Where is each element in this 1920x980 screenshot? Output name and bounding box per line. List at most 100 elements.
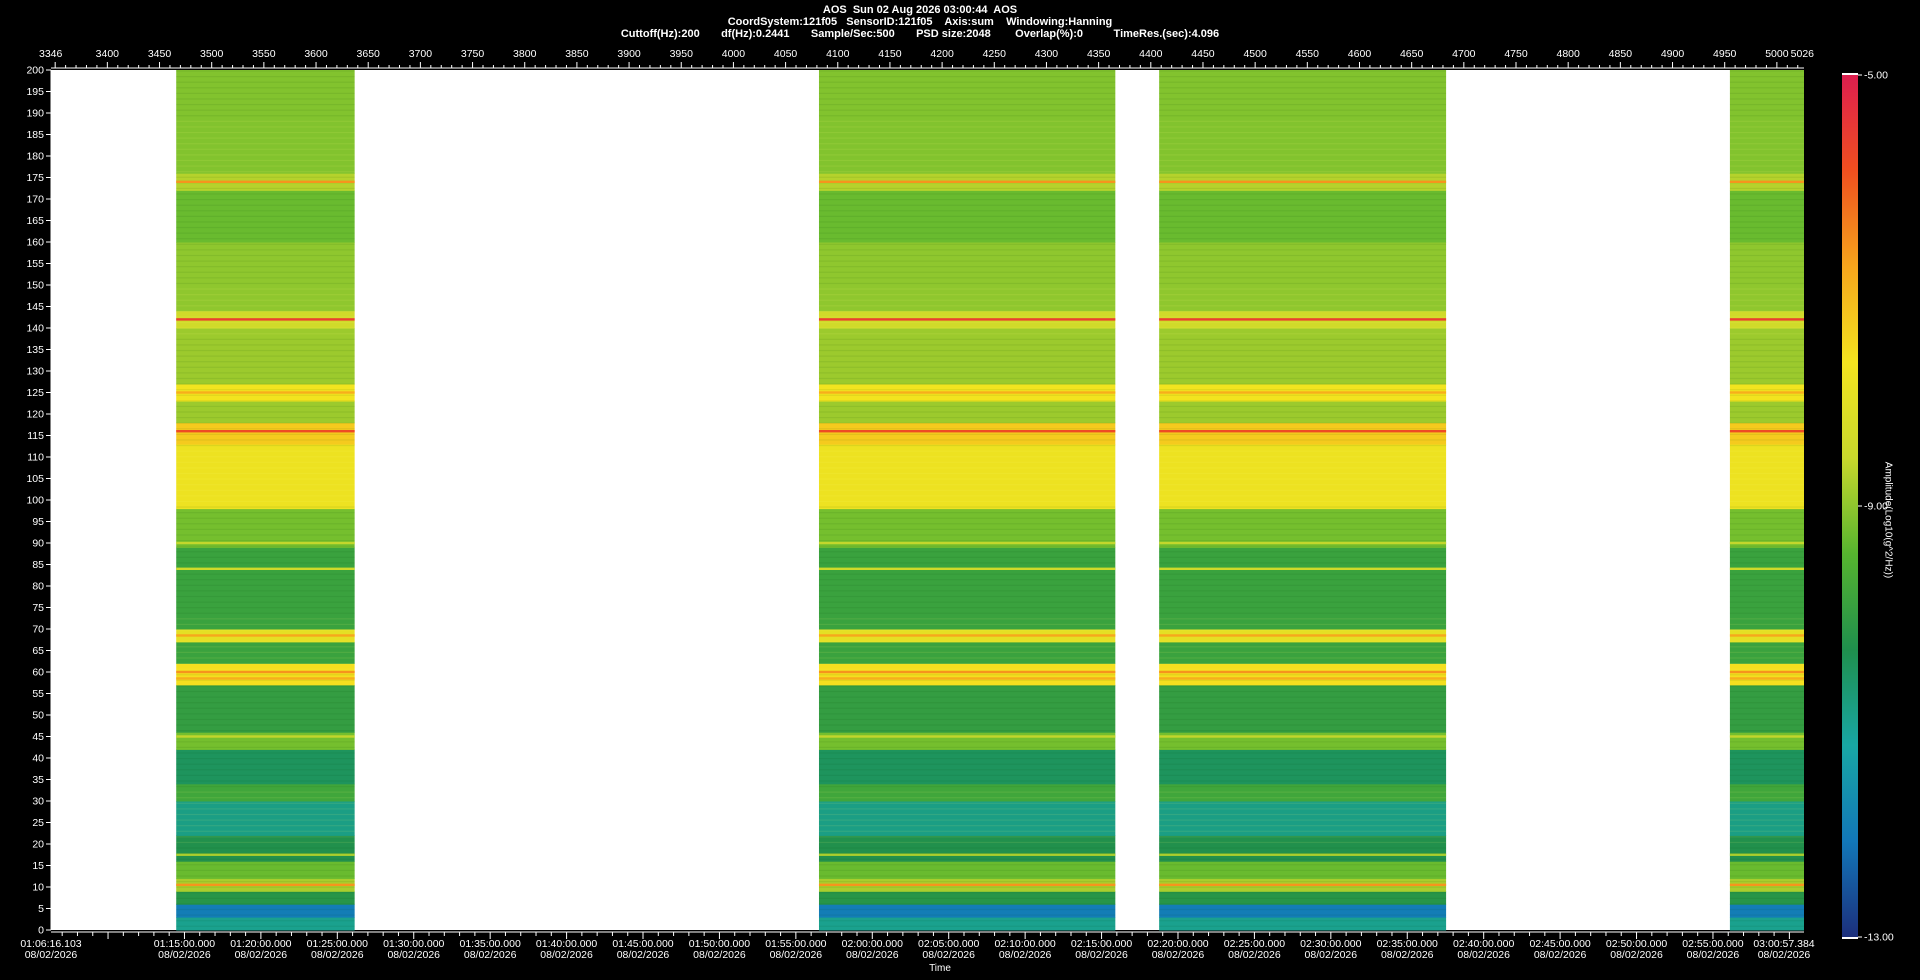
texture-stripe (1729, 657, 1804, 659)
texture-stripe (1729, 361, 1804, 363)
texture-stripe (818, 120, 1116, 122)
texture-stripe (1159, 523, 1447, 525)
top-tick-label: 3800 (513, 48, 537, 60)
tonal-line (1159, 541, 1447, 545)
texture-stripe (1729, 601, 1804, 603)
texture-stripe (818, 791, 1116, 793)
texture-stripe (176, 131, 355, 134)
y-tick-label: 125 (26, 387, 44, 399)
texture-stripe (818, 271, 1116, 273)
texture-stripe (1159, 886, 1447, 888)
texture-stripe (818, 126, 1116, 128)
tonal-line (1159, 318, 1447, 321)
texture-stripe (818, 148, 1116, 150)
texture-stripe (1159, 249, 1447, 251)
texture-stripe (1159, 204, 1447, 206)
texture-stripe (818, 668, 1116, 670)
y-tick-label: 120 (26, 409, 44, 421)
texture-stripe (176, 405, 355, 408)
texture-stripe (176, 215, 355, 217)
texture-stripe (818, 282, 1116, 285)
texture-stripe (1159, 579, 1447, 581)
texture-stripe (1159, 193, 1447, 195)
texture-stripe (1729, 338, 1804, 340)
texture-stripe (1729, 830, 1804, 832)
texture-stripe (1729, 646, 1804, 648)
texture-stripe (1729, 221, 1804, 223)
texture-stripe (1159, 545, 1447, 547)
texture-stripe (818, 349, 1116, 352)
spectral-band (1159, 422, 1447, 445)
texture-stripe (1159, 254, 1447, 257)
texture-stripe (818, 556, 1116, 558)
texture-stripe (1729, 528, 1804, 531)
texture-stripe (818, 154, 1116, 156)
texture-stripe (1159, 76, 1447, 78)
spectral-band (1159, 547, 1447, 630)
texture-stripe (176, 428, 355, 430)
bottom-tick-date: 08/02/2026 (1152, 949, 1205, 961)
y-tick-label: 185 (26, 129, 44, 141)
texture-stripe (818, 875, 1116, 877)
texture-stripe (176, 579, 355, 581)
texture-stripe (176, 517, 355, 519)
bottom-tick-date: 08/02/2026 (464, 949, 517, 961)
top-tick-label: 4200 (930, 48, 954, 60)
spectral-band (1159, 242, 1447, 312)
spectral-band (818, 444, 1116, 510)
texture-stripe (1729, 226, 1804, 229)
texture-stripe (1159, 461, 1447, 463)
texture-stripe (1729, 428, 1804, 430)
texture-stripe (818, 880, 1116, 883)
texture-stripe (818, 277, 1116, 279)
texture-stripe (1159, 623, 1447, 626)
texture-stripe (1159, 601, 1447, 603)
texture-stripe (818, 758, 1116, 760)
texture-stripe (818, 355, 1116, 357)
texture-stripe (176, 886, 355, 888)
texture-stripe (176, 260, 355, 262)
texture-stripe (176, 232, 355, 234)
texture-stripe (176, 864, 355, 866)
texture-stripe (1159, 551, 1447, 553)
texture-stripe (176, 333, 355, 335)
texture-stripe (176, 450, 355, 452)
texture-stripe (1159, 741, 1447, 743)
texture-stripe (1159, 690, 1447, 693)
texture-stripe (1159, 618, 1447, 620)
texture-stripe (176, 204, 355, 206)
texture-stripe (1729, 679, 1804, 681)
texture-stripe (1159, 785, 1447, 788)
texture-stripe (1159, 417, 1447, 419)
texture-stripe (176, 305, 355, 307)
texture-stripe (1729, 76, 1804, 78)
texture-stripe (818, 288, 1116, 290)
texture-stripe (1159, 679, 1447, 681)
texture-stripe (1159, 512, 1447, 514)
texture-stripe (1159, 808, 1447, 810)
texture-stripe (818, 830, 1116, 832)
texture-stripe (1159, 154, 1447, 156)
texture-stripe (1159, 221, 1447, 223)
texture-stripe (176, 741, 355, 743)
y-tick-label: 20 (32, 839, 44, 851)
texture-stripe (818, 299, 1116, 301)
bottom-tick-date: 08/02/2026 (846, 949, 899, 961)
texture-stripe (1729, 892, 1804, 894)
texture-stripe (1159, 70, 1447, 72)
texture-stripe (176, 785, 355, 788)
texture-stripe (1159, 232, 1447, 234)
texture-stripe (1159, 115, 1447, 117)
texture-stripe (1729, 774, 1804, 776)
texture-stripe (176, 176, 355, 178)
spectral-band (1729, 242, 1804, 312)
bottom-tick-date: 08/02/2026 (1457, 949, 1510, 961)
texture-stripe (818, 523, 1116, 525)
texture-stripe (1729, 908, 1804, 911)
tonal-line (818, 670, 1116, 674)
texture-stripe (1729, 467, 1804, 469)
texture-stripe (818, 98, 1116, 100)
texture-stripe (1159, 556, 1447, 558)
colorbar-label: Amplitude(Log10(g^2/Hz)) (1882, 461, 1894, 579)
texture-stripe (176, 623, 355, 626)
